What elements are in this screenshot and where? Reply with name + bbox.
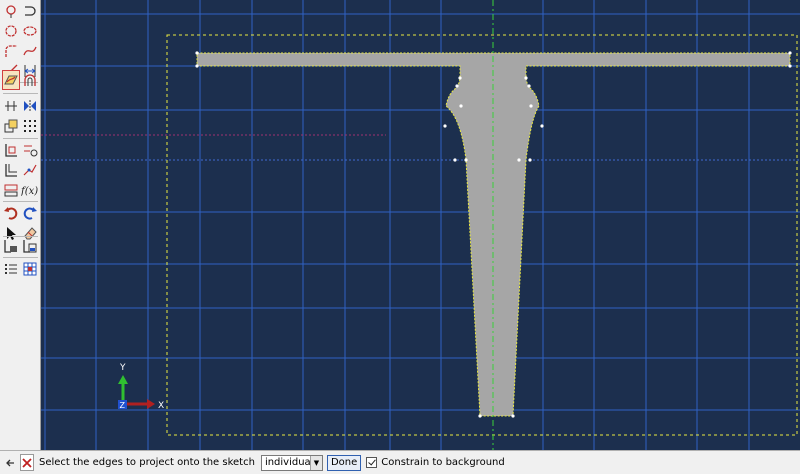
arc-tangent-icon[interactable]	[21, 1, 39, 21]
offset-arc-icon[interactable]	[21, 70, 39, 90]
constraint-icon[interactable]	[2, 96, 20, 116]
axis-triad: Y X Z	[118, 363, 164, 411]
close-icon	[22, 457, 32, 468]
chevron-down-icon[interactable]: ▼	[309, 455, 322, 470]
z-axis-label: Z	[120, 401, 126, 410]
sketch-grid	[41, 0, 800, 450]
done-button[interactable]: Done	[326, 454, 362, 471]
prompt-area: Select the edges to project onto the ske…	[0, 450, 800, 474]
back-arrow-button[interactable]	[3, 454, 17, 471]
grid-snap-icon[interactable]	[21, 116, 39, 136]
svg-text:f(x): f(x)	[21, 186, 38, 197]
spline-icon[interactable]	[21, 41, 39, 61]
function-icon[interactable]: f(x)	[21, 180, 39, 200]
circle-icon[interactable]	[2, 21, 20, 41]
list-icon[interactable]	[2, 259, 20, 279]
sketch-toolbox: f(x)	[0, 0, 41, 450]
edit-dimension-icon[interactable]	[2, 140, 20, 160]
reference-icon[interactable]	[2, 180, 20, 200]
grid-table-icon[interactable]	[21, 259, 39, 279]
y-axis-label: Y	[119, 363, 126, 373]
isolate-point-icon[interactable]	[2, 1, 20, 21]
mirror-icon[interactable]	[21, 96, 39, 116]
move-vertex-icon[interactable]	[21, 160, 39, 180]
constrain-checkbox[interactable]	[366, 457, 378, 468]
sketch-viewport[interactable]: Y X Z	[41, 0, 800, 450]
undo-icon[interactable]	[2, 203, 20, 223]
prompt-text: Select the edges to project onto the ske…	[39, 457, 255, 468]
parameter-icon[interactable]	[2, 160, 20, 180]
retrieve-sketch-icon[interactable]	[21, 236, 39, 256]
project-mode-select[interactable]: individually ▼	[260, 454, 323, 471]
project-edges-icon[interactable]	[2, 70, 20, 90]
sketch-options-icon[interactable]	[21, 140, 39, 160]
x-axis-label: X	[158, 401, 164, 411]
constrain-label: Constrain to background	[381, 457, 505, 468]
cancel-button[interactable]	[20, 454, 34, 471]
fillet-icon[interactable]	[2, 41, 20, 61]
done-label: Done	[330, 457, 358, 468]
reference-lines	[41, 134, 800, 161]
translate-icon[interactable]	[2, 116, 20, 136]
save-sketch-icon[interactable]	[2, 236, 20, 256]
ellipse-icon[interactable]	[21, 21, 39, 41]
redo-icon[interactable]	[21, 203, 39, 223]
